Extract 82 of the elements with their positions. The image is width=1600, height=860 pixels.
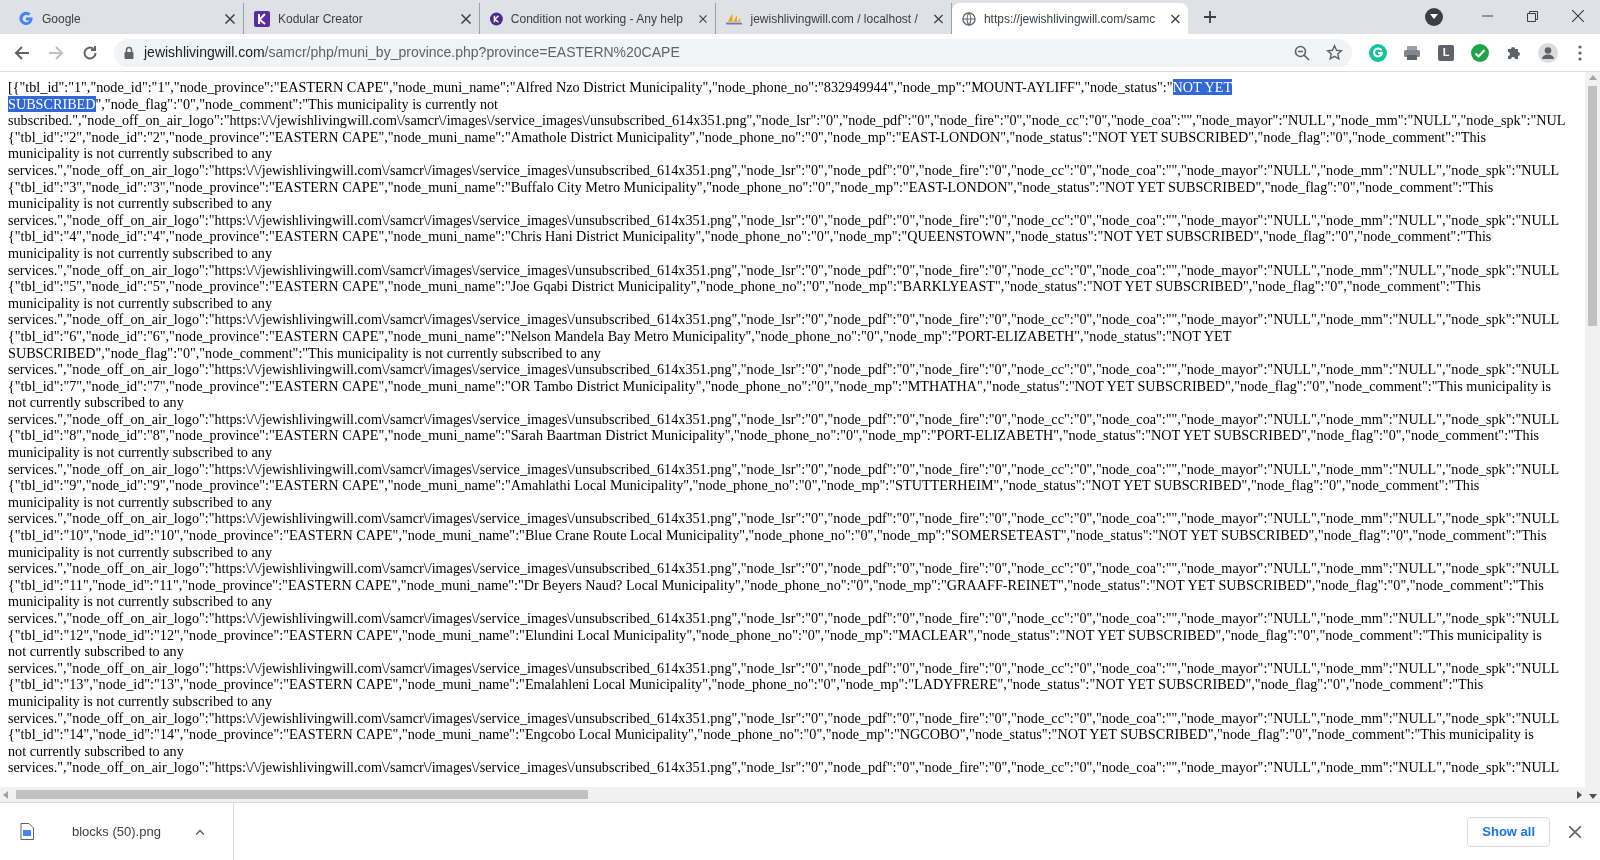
browser-tab[interactable]: https://jewishlivingwill.com/samc: [952, 3, 1188, 34]
json-text: services.","node_off_on_air_logo":"https:\/\/jewishlivingwill.com\/samcr\/images\/service_images\/unsubscribed_614x351.png","node_lsr":"0","node_pdf":"0","node_fire":"0","node_cc":"0","node_coa":"","node_mayor":"NULL","node_mm":"NULL","node_spk":"NULL: [8, 410, 1560, 427]
lock-icon: [124, 46, 134, 59]
json-text: services.","node_off_on_air_logo":"https:\/\/jewishlivingwill.com\/samcr\/images\/service_images\/unsubscribed_614x351.png","node_lsr":"0","node_pdf":"0","node_fire":"0","node_cc":"0","node_coa":"","node_mayor":"NULL","node_mm":"NULL","node_spk":"NULL: [8, 709, 1560, 726]
close-icon[interactable]: [1571, 10, 1584, 22]
close-tab-icon[interactable]: [933, 13, 943, 24]
json-text: services.","node_off_on_air_logo":"https:\/\/jewishlivingwill.com\/samcr\/images\/service_images\/unsubscribed_614x351.png","node_lsr":"0","node_pdf":"0","node_fire":"0","node_cc":"0","node_coa":"","node_mayor":"NULL","node_mm":"NULL","node_spk":"NULL: [8, 161, 1560, 178]
json-text: services.","node_off_on_air_logo":"https:\/\/jewishlivingwill.com\/samcr\/images\/service_images\/unsubscribed_614x351.png","node_lsr":"0","node_pdf":"0","node_fire":"0","node_cc":"0","node_coa":"","node_mayor":"NULL","node_mm":"NULL","node_spk":"NULL: [8, 610, 1560, 626]
json-text: {"tbl_id":"5","node_id":"5","node_province":"EASTERN CAPE","node_muni_name":"Joe Gqabi District Municipality","node_phone_no":"0","node_mp":"BARKLYEAST","node_status":"NOT YET SUBSCRIBED","node_flag":"0","node_comment":"This: [8, 278, 1481, 295]
selected-text: SUBSCRIBED: [8, 95, 96, 112]
k-logo-icon: [254, 10, 270, 27]
json-text: {"tbl_id":"14","node_id":"14","node_province":"EASTERN CAPE","node_muni_name":"Engcobo Local Municipality","node_phone_no":"0","node_mp":"NGCOBO","node_status":"NOT YET SUBSCRIBED","node_flag":"0","node_comment":"This municipality is: [8, 726, 1534, 743]
horizontal-scrollbar[interactable]: [0, 787, 1585, 802]
close-icon[interactable]: [1569, 825, 1581, 838]
json-text: municipality is not currently subscribed to any: [8, 692, 272, 709]
selected-text: NOT YET: [1172, 79, 1233, 95]
tab-title: Kodular Creator: [278, 10, 363, 28]
json-text: municipality is not currently subscribed to any: [8, 244, 272, 261]
scroll-down-icon[interactable]: [1588, 792, 1597, 800]
scrollbar-thumb[interactable]: [16, 790, 588, 799]
download-item[interactable]: blocks (50).png: [0, 803, 234, 860]
json-text: {"tbl_id":"7","node_id":"7","node_province":"EASTERN CAPE","node_muni_name":"OR Tambo District Municipality","node_phone_no":"0","node_mp":"MTHATHA","node_status":"NOT YET SUBSCRIBED","node_flag":"0","node_comment":"This municipality is: [8, 377, 1552, 394]
json-text: municipality is not currently subscribed to any: [8, 145, 272, 162]
close-tab-icon[interactable]: [461, 13, 471, 24]
json-text: {"tbl_id":"3","node_id":"3","node_province":"EASTERN CAPE","node_muni_name":"Buffalo City Metro Municipality","node_phone_no":"0","node_mp":"EAST-LONDON","node_status":"NOT YET SUBSCRIBED","node_flag":"0","node_comment":"This: [8, 178, 1494, 195]
json-text: services.","node_off_on_air_logo":"https:\/\/jewishlivingwill.com\/samcr\/images\/service_images\/unsubscribed_614x351.png","node_lsr":"0","node_pdf":"0","node_fire":"0","node_cc":"0","node_coa":"","node_mayor":"NULL","node_mm":"NULL","node_spk":"NULL: [8, 361, 1560, 378]
json-text: services.","node_off_on_air_logo":"https:\/\/jewishlivingwill.com\/samcr\/images\/service_images\/unsubscribed_614x351.png","node_lsr":"0","node_pdf":"0","node_fire":"0","node_cc":"0","node_coa":"","node_mayor":"NULL","node_mm":"NULL","node_spk":"NULL: [8, 211, 1560, 228]
json-text: {"tbl_id":"13","node_id":"13","node_province":"EASTERN CAPE","node_muni_name":"Emalahleni Local Municipality","node_phone_no":"0","node_mp":"LADYFRERE","node_status":"NOT YET SUBSCRIBED","node_flag":"0","node_comment":"This: [8, 676, 1484, 693]
file-icon: [20, 823, 34, 840]
show-all-button[interactable]: Show all: [1467, 816, 1550, 847]
tab-title: jewishlivingwill.com / localhost /: [750, 10, 918, 28]
scroll-right-icon[interactable]: [1575, 790, 1583, 799]
json-text: municipality is not currently subscribed to any: [8, 593, 272, 610]
json-text: services.","node_off_on_air_logo":"https:\/\/jewishlivingwill.com\/samcr\/images\/service_images\/unsubscribed_614x351.png","node_lsr":"0","node_pdf":"0","node_fire":"0","node_cc":"0","node_coa":"","node_mayor":"NULL","node_mm":"NULL","node_spk":"NULL: [8, 261, 1560, 278]
json-text: {"tbl_id":"6","node_id":"6","node_province":"EASTERN CAPE","node_muni_name":"Nelson Mandela Bay Metro Municipality","node_phone_no":"0","node_mp":"PORT-ELIZABETH","node_status":"NOT YET: [8, 327, 1232, 344]
json-text: {"tbl_id":"11","node_id":"11","node_province":"EASTERN CAPE","node_muni_name":"Dr Beyers Naud? Local Municipality","node_phone_no":"0","node_mp":"GRAAFF-REINET","node_status":"NOT YET SUBSCRIBED","node_flag":"0","node_comment":"This: [8, 576, 1544, 593]
tab-title: Condition not working - Any help: [510, 10, 683, 28]
tab-title: Google: [42, 10, 81, 28]
json-text: {"tbl_id":"4","node_id":"4","node_province":"EASTERN CAPE","node_muni_name":"Chris Hani District Municipality","node_phone_no":"0","node_mp":"QUEENSTOWN","node_status":"NOT YET SUBSCRIBED","node_flag":"0","node_comment":"This: [8, 228, 1492, 245]
json-text: municipality is not currently subscribed to any: [8, 543, 272, 560]
json-text: [{"tbl_id":"1","node_id":"1","node_province":"EASTERN CAPE","node_muni_name":"Alfred Nzo District Municipality","node_phone_no":"832949944","node_mp":"MOUNT-AYLIFF","node_status":": [8, 79, 1173, 95]
json-text: {"tbl_id":"9","node_id":"9","node_province":"EASTERN CAPE","node_muni_name":"Amahlathi Local Municipality","node_phone_no":"0","node_mp":"STUTTERHEIM","node_status":"NOT YET SUBSCRIBED","node_flag":"0","node_comment":"This: [8, 477, 1480, 494]
tab-title: https://jewishlivingwill.com/samc: [983, 10, 1156, 28]
scrollbar-thumb[interactable]: [1588, 86, 1597, 326]
caret-icon[interactable]: [194, 828, 205, 835]
json-text: {"tbl_id":"12","node_id":"12","node_province":"EASTERN CAPE","node_muni_name":"Elundini Local Municipality","node_phone_no":"0","node_mp":"MACLEAR","node_status":"NOT YET SUBSCRIBED","node_flag":"0","node_comment":"This municipality is: [8, 626, 1542, 643]
json-text: {"tbl_id":"2","node_id":"2","node_province":"EASTERN CAPE","node_muni_name":"Amathole District Municipality","node_phone_no":"0","node_mp":"EAST-LONDON","node_status":"NOT YET SUBSCRIBED","node_flag":"0","node_comment":"This: [8, 128, 1486, 145]
json-text: services.","node_off_on_air_logo":"https:\/\/jewishlivingwill.com\/samcr\/images\/service_images\/unsubscribed_614x351.png","node_lsr":"0","node_pdf":"0","node_fire":"0","node_cc":"0","node_coa":"","node_mayor":"NULL","node_mm":"NULL","node_spk":"NULL: [8, 311, 1560, 328]
close-tab-icon[interactable]: [225, 13, 235, 24]
download-file-name: blocks (50).png: [72, 822, 161, 841]
json-text: services.","node_off_on_air_logo":"https:\/\/jewishlivingwill.com\/samcr\/images\/service_images\/unsubscribed_614x351.png","node_lsr":"0","node_pdf":"0","node_fire":"0","node_cc":"0","node_coa":"","node_mayor":"NULL","node_mm":"NULL","node_spk":"NULL: [8, 659, 1560, 676]
extension-letter-button[interactable]: L: [1438, 44, 1454, 61]
new-tab-plus-icon[interactable]: [1203, 10, 1217, 24]
json-text: SUBSCRIBED","node_flag":"0","node_comment":"This municipality is not currently subscribed to any: [8, 344, 601, 361]
json-text: municipality is not currently subscribed to any: [8, 294, 272, 311]
k-logo-icon: [490, 10, 503, 27]
json-text: services.","node_off_on_air_logo":"https:\/\/jewishlivingwill.com\/samcr\/images\/service_images\/unsubscribed_614x351.png","node_lsr":"0","node_pdf":"0","node_fire":"0","node_cc":"0","node_coa":"","node_mayor":"NULL","node_mm":"NULL","node_spk":"NULL: [8, 510, 1560, 527]
json-text: {"tbl_id":"8","node_id":"8","node_province":"EASTERN CAPE","node_muni_name":"Sarah Baartman District Municipality","node_phone_no":"0","node_mp":"PORT-ELIZABETH","node_status":"NOT YET SUBSCRIBED","node_flag":"0","node_comment":"This: [8, 427, 1540, 444]
json-text: not currently subscribed to any: [8, 394, 184, 411]
tab-search-button[interactable]: [1425, 8, 1443, 26]
json-text: ","node_flag":"0","node_comment":"This municipality is currently not: [95, 95, 499, 112]
json-text: municipality is not currently subscribed to any: [8, 493, 272, 510]
json-text: subscribed.","node_off_on_air_logo":"https:\/\/jewishlivingwill.com\/samcr\/images\/service_images\/unsubscribed_614x351.png","node_lsr":"0","node_pdf":"0","node_fire":"0","node_cc":"0","node_coa":"","node_mayor":"NULL","node_mm":"NULL","node_spk":"NUL: [8, 112, 1566, 129]
restore-icon[interactable]: [1527, 10, 1538, 22]
json-text: municipality is not currently subscribed to any: [8, 195, 272, 212]
json-text: services.","node_off_on_air_logo":"https:\/\/jewishlivingwill.com\/samcr\/images\/service_images\/unsubscribed_614x351.png","node_lsr":"0","node_pdf":"0","node_fire":"0","node_cc":"0","node_coa":"","node_mayor":"NULL","node_mm":"NULL","node_spk":"NULL: [8, 560, 1560, 577]
json-text: services.","node_off_on_air_logo":"https:\/\/jewishlivingwill.com\/samcr\/images\/service_images\/unsubscribed_614x351.png","node_lsr":"0","node_pdf":"0","node_fire":"0","node_cc":"0","node_coa":"","node_mayor":"NULL","node_mm":"NULL","node_spk":"NULL: [8, 460, 1560, 477]
json-text: services.","node_off_on_air_logo":"https:\/\/jewishlivingwill.com\/samcr\/images\/service_images\/unsubscribed_614x351.png","node_lsr":"0","node_pdf":"0","node_fire":"0","node_cc":"0","node_coa":"","node_mayor":"NULL","node_mm":"NULL","node_spk":"NULL: [8, 759, 1560, 776]
reload-icon[interactable]: [82, 44, 98, 61]
close-tab-icon[interactable]: [1171, 13, 1180, 24]
json-text: municipality is not currently subscribed to any: [8, 444, 272, 461]
url-text: jewishlivingwill.com/samcr/php/muni_by_province.php?province=EASTERN%20CAPE: [144, 43, 680, 62]
json-text: {"tbl_id":"10","node_id":"10","node_province":"EASTERN CAPE","node_muni_name":"Blue Crane Route Local Municipality","node_phone_no":"0","node_mp":"SOMERSETEAST","node_status":"NOT YET SUBSCRIBED","node_flag":"0","node_comment":"This: [8, 527, 1547, 544]
vertical-scrollbar[interactable]: [1585, 72, 1600, 802]
json-text: not currently subscribed to any: [8, 742, 184, 759]
globe-icon: [962, 10, 976, 27]
google-g-icon: [18, 10, 34, 27]
back-arrow-icon[interactable]: [14, 44, 30, 61]
address-bar[interactable]: jewishlivingwill.com/samcr/php/muni_by_province.php?province=EASTERN%20CAPE: [114, 38, 1352, 67]
json-text: not currently subscribed to any: [8, 643, 184, 660]
close-tab-icon[interactable]: [698, 13, 707, 24]
caret-icon: [1430, 14, 1438, 20]
